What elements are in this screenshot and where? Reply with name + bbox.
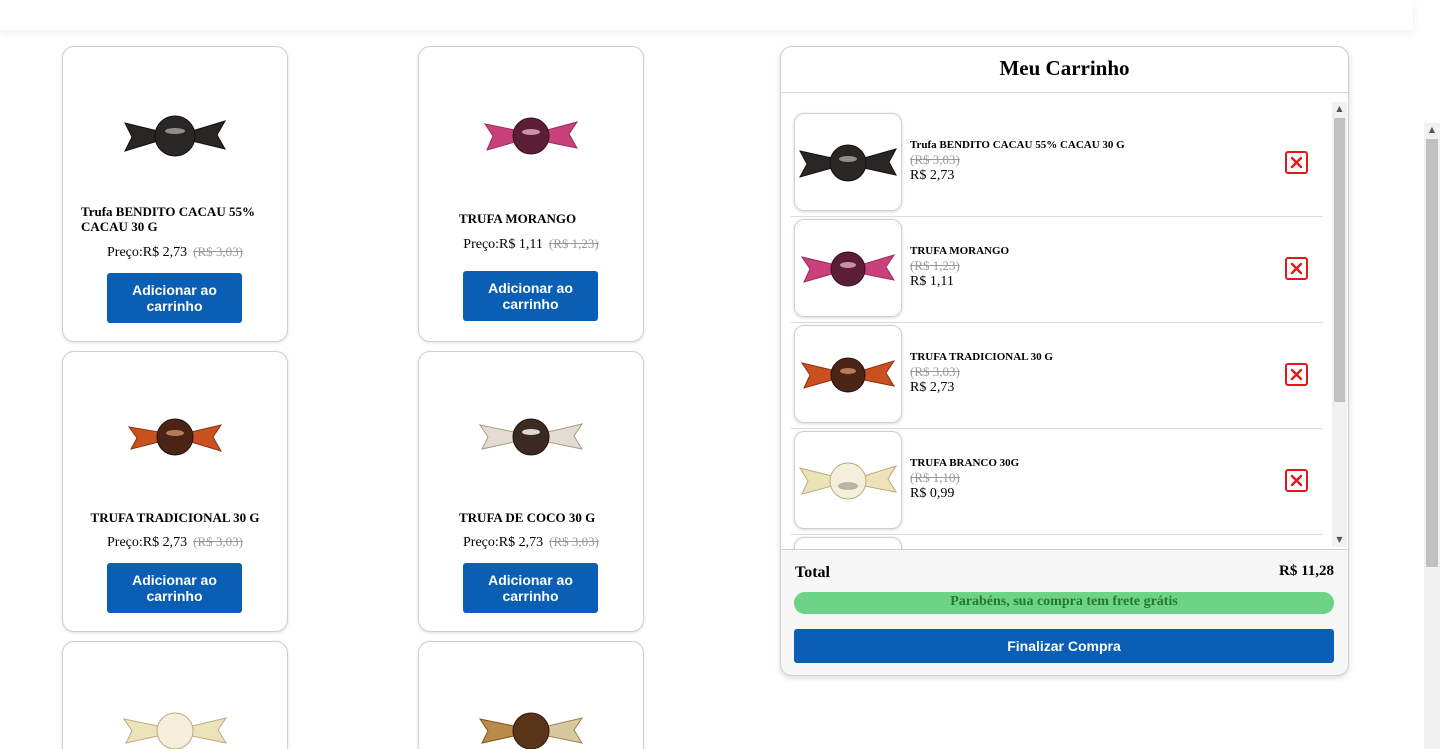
close-icon: [1290, 156, 1303, 169]
truffle-strawberry-icon: [483, 117, 579, 155]
price-value: R$ 2,73: [142, 245, 188, 260]
remove-item-button[interactable]: [1285, 469, 1308, 492]
cart-item-price: R$ 1,11: [910, 274, 954, 289]
product-card: TRUFA MORANGO Preço:R$ 1,11 (R$ 1,23) Adi…: [418, 46, 644, 342]
truffle-dark-icon: [124, 115, 227, 157]
product-card: [62, 641, 288, 749]
page-scrollbar-thumb[interactable]: [1426, 139, 1438, 567]
cart-item: TRUFA MORANGO (R$ 1,23) R$ 1,11: [791, 217, 1323, 323]
cart-item-price: R$ 2,73: [910, 168, 955, 183]
cart-item-old-price: (R$ 1,10): [910, 470, 960, 485]
remove-item-button[interactable]: [1285, 257, 1308, 280]
add-to-cart-button[interactable]: Adicionar ao carrinho: [107, 563, 242, 613]
add-to-cart-button[interactable]: Adicionar ao carrinho: [463, 563, 598, 613]
cart-footer: Total R$ 11,28 Parabéns, sua compra tem …: [781, 549, 1348, 675]
cart-item-list[interactable]: Trufa BENDITO CACAU 55% CACAU 30 G (R$ 3…: [791, 111, 1323, 549]
cart-item-info: TRUFA MORANGO (R$ 1,23) R$ 1,11: [910, 245, 1009, 290]
cart-item-name: TRUFA TRADICIONAL 30 G: [910, 351, 1053, 363]
price-prefix: Preço:: [107, 245, 143, 260]
truffle-traditional-icon: [800, 357, 896, 393]
checkout-button[interactable]: Finalizar Compra: [794, 629, 1334, 663]
cart-item-price: R$ 0,99: [910, 486, 955, 501]
product-image: [469, 99, 593, 171]
product-image: [469, 694, 593, 749]
cart-divider: [781, 92, 1348, 93]
price-prefix: Preço:: [463, 237, 500, 252]
cart-item-price: R$ 2,73: [910, 380, 955, 395]
cart-item: TRUFA TRADICIONAL 30 G (R$ 3,03) R$ 2,73: [791, 323, 1323, 429]
price-value: R$ 2,73: [142, 535, 188, 550]
cart-item-name: TRUFA BRANCO 30G: [910, 457, 1020, 469]
cart-item-old-price: (R$ 3,03): [910, 364, 960, 379]
product-name: TRUFA DE COCO 30 G: [459, 510, 596, 525]
truffle-white-icon: [122, 712, 228, 749]
product-card: TRUFA DE COCO 30 G Preço:R$ 2,73 (R$ 3,03…: [418, 351, 644, 632]
top-header: [0, 0, 1413, 30]
truffle-dark-icon: [799, 144, 897, 182]
old-price: (R$ 1,23): [548, 236, 599, 251]
product-image: [113, 694, 237, 749]
cart-item-image: [794, 537, 902, 549]
add-to-cart-button[interactable]: Adicionar ao carrinho: [463, 271, 598, 321]
cart-item-image: [794, 431, 902, 529]
cart-item: Trufa BENDITO CACAU 55% CACAU 30 G (R$ 3…: [791, 111, 1323, 217]
total-label: Total: [795, 564, 830, 581]
product-image: [469, 400, 593, 472]
cart-item-info: Trufa BENDITO CACAU 55% CACAU 30 G (R$ 3…: [910, 139, 1125, 184]
truffle-traditional-icon: [127, 418, 223, 456]
product-price: Preço:R$ 2,73 (R$ 3,03): [63, 244, 287, 261]
product-card: [418, 641, 644, 749]
free-shipping-progress-bar: Parabéns, sua compra tem frete grátis: [794, 592, 1334, 614]
cart-scrollbar-thumb[interactable]: [1334, 118, 1345, 402]
cart-item-info: TRUFA BRANCO 30G (R$ 1,10) R$ 0,99: [910, 457, 1019, 502]
product-price: Preço:R$ 2,73 (R$ 3,03): [419, 534, 643, 551]
cart-item: TRUFA BRANCO 30G (R$ 1,10) R$ 0,99: [791, 429, 1323, 535]
old-price: (R$ 3,03): [193, 534, 243, 549]
product-price: Preço:R$ 1,11 (R$ 1,23): [419, 236, 643, 253]
scroll-down-arrow-icon[interactable]: ▼: [1332, 533, 1347, 547]
cart-item-image: [794, 219, 902, 317]
free-shipping-message: Parabéns, sua compra tem frete grátis: [950, 594, 1178, 609]
cart-item: [791, 535, 1323, 549]
cart-item-name: Trufa BENDITO CACAU 55% CACAU 30 G: [910, 139, 1125, 151]
total-value: R$ 11,28: [1278, 563, 1334, 579]
cart-panel: Meu Carrinho Trufa BENDITO CACAU 55% CAC…: [780, 46, 1349, 676]
scroll-up-arrow-icon[interactable]: ▲: [1332, 102, 1347, 116]
product-name: TRUFA MORANGO: [459, 211, 577, 226]
product-name: Trufa BENDITO CACAU 55% CACAU 30 G: [81, 204, 255, 234]
product-name: TRUFA TRADICIONAL 30 G: [90, 510, 260, 525]
remove-item-button[interactable]: [1285, 363, 1308, 386]
truffle-caramel-icon: [478, 712, 584, 749]
old-price: (R$ 3,03): [193, 244, 243, 259]
price-value: R$ 2,73: [498, 535, 544, 550]
cart-item-name: TRUFA MORANGO: [910, 245, 1010, 257]
scroll-up-arrow-icon[interactable]: ▲: [1424, 123, 1440, 137]
price-prefix: Preço:: [463, 535, 499, 550]
product-image: [113, 99, 237, 171]
price-value: R$ 1,11: [499, 237, 543, 252]
old-price: (R$ 3,03): [549, 534, 599, 549]
cart-item-info: TRUFA TRADICIONAL 30 G (R$ 3,03) R$ 2,73: [910, 351, 1053, 396]
close-icon: [1290, 368, 1303, 381]
close-icon: [1290, 474, 1303, 487]
product-image: [113, 400, 237, 472]
cart-item-old-price: (R$ 1,23): [910, 258, 960, 273]
cart-title: Meu Carrinho: [999, 56, 1130, 80]
close-icon: [1290, 262, 1303, 275]
cart-scrollbar[interactable]: ▲ ▼: [1332, 102, 1347, 547]
product-card: TRUFA TRADICIONAL 30 G Preço:R$ 2,73 (R$ …: [62, 351, 288, 632]
truffle-coconut-icon: [478, 418, 584, 456]
cart-item-image: [794, 325, 902, 423]
product-price: Preço:R$ 2,73 (R$ 3,03): [63, 534, 287, 551]
truffle-white-icon: [798, 462, 898, 500]
add-to-cart-button[interactable]: Adicionar ao carrinho: [107, 273, 242, 323]
product-card: Trufa BENDITO CACAU 55% CACAU 30 G Preço…: [62, 46, 288, 342]
price-prefix: Preço:: [107, 535, 143, 550]
remove-item-button[interactable]: [1285, 151, 1308, 174]
cart-item-old-price: (R$ 3,03): [910, 152, 960, 167]
page-scrollbar[interactable]: ▲: [1424, 123, 1440, 749]
cart-item-image: [794, 113, 902, 211]
truffle-strawberry-icon: [800, 251, 896, 287]
